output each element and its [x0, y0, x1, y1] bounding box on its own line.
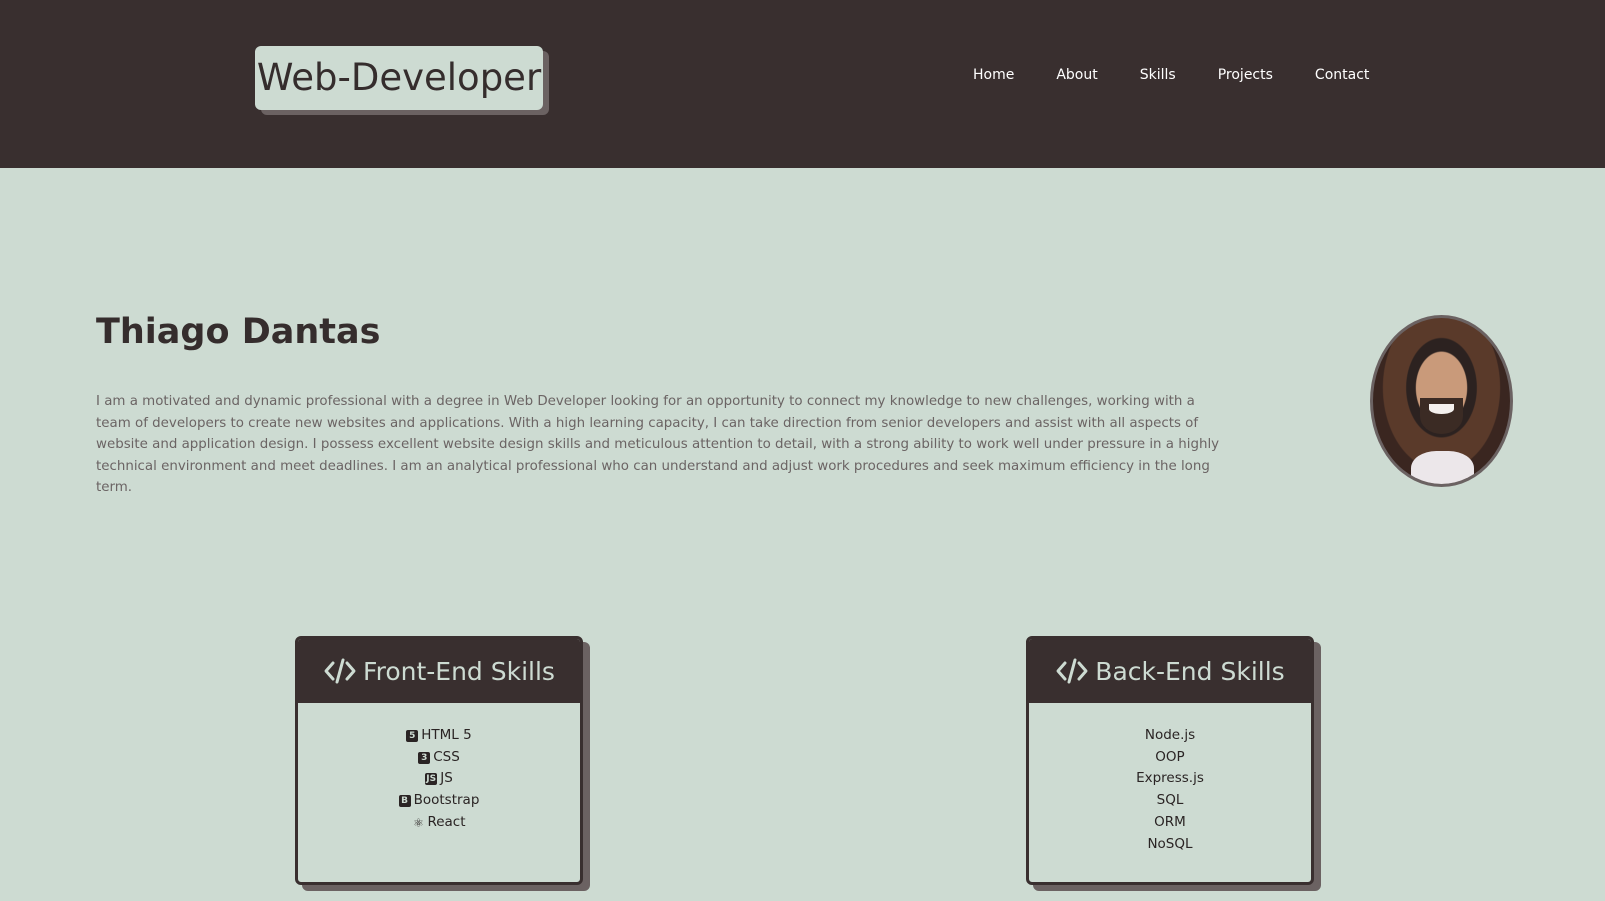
- profile-photo: [1370, 315, 1513, 487]
- back-end-skills-card: Back-End Skills Node.js OOP Express.js S…: [1026, 636, 1314, 885]
- photo-shirt: [1411, 450, 1475, 484]
- list-item: JS JS: [425, 770, 453, 787]
- css3-icon: 3: [418, 751, 431, 764]
- list-item: B Bootstrap: [298, 790, 580, 812]
- code-icon: [324, 658, 356, 684]
- main-nav: Home About Skills Projects Contact: [952, 64, 1390, 86]
- list-item: OOP: [1155, 748, 1185, 765]
- list-item: ⚛ React: [413, 813, 466, 830]
- nav-skills[interactable]: Skills: [1119, 64, 1197, 86]
- list-item: NoSQL: [1147, 835, 1193, 852]
- site-logo[interactable]: Web-Developer: [255, 46, 543, 110]
- front-end-card-header: Front-End Skills: [298, 639, 580, 703]
- list-item: ORM: [1154, 813, 1186, 830]
- front-end-skills-card: Front-End Skills 5 HTML 5 3 CSS JS JS B Boot…: [295, 636, 583, 885]
- html5-icon: 5: [406, 729, 419, 742]
- code-icon: [1056, 658, 1088, 684]
- front-end-skill-list: 5 HTML 5 3 CSS JS JS B Bootstrap ⚛ React: [298, 703, 580, 834]
- nav-home[interactable]: Home: [952, 64, 1035, 86]
- back-end-skill-list: Node.js OOP Express.js SQL ORM NoSQL: [1029, 703, 1311, 855]
- profile-bio: I am a motivated and dynamic professiona…: [96, 394, 1220, 496]
- bootstrap-icon: B: [398, 794, 411, 807]
- back-end-card-header: Back-End Skills: [1029, 639, 1311, 703]
- list-item: Express.js: [1136, 770, 1204, 787]
- nav-contact[interactable]: Contact: [1294, 64, 1390, 86]
- nav-projects[interactable]: Projects: [1197, 64, 1294, 86]
- list-item: 3 CSS: [298, 747, 580, 769]
- list-item: 5 HTML 5: [298, 725, 580, 747]
- front-end-title: Front-End Skills: [363, 656, 555, 686]
- profile-name: Thiago Dantas: [96, 312, 381, 352]
- react-icon: ⚛: [413, 815, 424, 830]
- photo-beard: [1419, 397, 1464, 435]
- js-icon: JS: [425, 773, 438, 786]
- nav-about[interactable]: About: [1035, 64, 1118, 86]
- list-item: Node.js: [1144, 727, 1196, 743]
- site-header: Web-Developer Home About Skills Projects…: [0, 0, 1605, 168]
- list-item: SQL: [1156, 792, 1184, 809]
- back-end-title: Back-End Skills: [1095, 656, 1285, 686]
